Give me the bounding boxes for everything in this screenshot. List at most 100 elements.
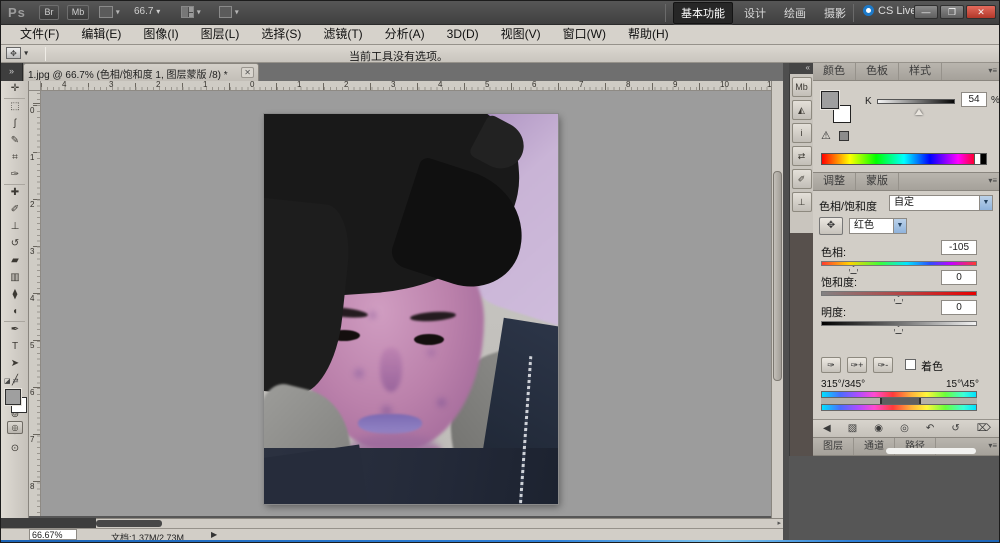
document-tab[interactable]: ✕ 1.jpg @ 66.7% (色相/饱和度 1, 图层蒙版 /8) *	[23, 63, 259, 81]
return-to-adjustment-list[interactable]: ◀	[823, 423, 831, 434]
eyedropper-subtract-button[interactable]: ✑-	[873, 357, 893, 373]
tab-layers[interactable]: 图层	[813, 438, 854, 455]
panel-menu-icon[interactable]: ▾≡	[988, 441, 997, 450]
toggle-visibility[interactable]: ◎	[900, 423, 909, 434]
hue-value-field[interactable]: -105	[941, 240, 977, 255]
rectangular-marquee-tool[interactable]: ⬚	[1, 99, 29, 116]
menu-item[interactable]: 编辑(E)	[70, 25, 132, 44]
hue-slider-thumb[interactable]	[849, 266, 858, 274]
gradient-tool[interactable]: ▥	[1, 270, 29, 287]
menu-item[interactable]: 窗口(W)	[552, 25, 617, 44]
spot-healing-brush-tool[interactable]: ✚	[1, 185, 29, 202]
brush-tool[interactable]: ✐	[1, 202, 29, 219]
panel-menu-icon[interactable]: ▾≡	[988, 66, 997, 75]
menu-item[interactable]: 分析(A)	[374, 25, 436, 44]
launch-bridge-button[interactable]: Br	[39, 5, 59, 20]
menu-item[interactable]: 滤镜(T)	[312, 25, 373, 44]
targeted-adjustment-tool-button[interactable]: ✥	[819, 217, 843, 235]
history-brush-tool[interactable]: ↺	[1, 236, 29, 253]
view-extras-button[interactable]: ▾	[99, 6, 120, 18]
quick-mask-button[interactable]: ◎	[7, 421, 23, 434]
tab-color[interactable]: 颜色	[813, 63, 856, 80]
screen-mode-button[interactable]: ▾	[219, 6, 239, 18]
preset-dropdown[interactable]: 自定▼	[889, 195, 993, 211]
tab-adjustments[interactable]: 调整	[813, 173, 856, 190]
workspace-overflow-button[interactable]: »	[837, 7, 842, 19]
zoom-level-button[interactable]: 66.7 ▾	[134, 6, 160, 17]
hue-slider[interactable]	[821, 261, 977, 266]
dock-collapse-button[interactable]: «	[789, 63, 813, 74]
panel-menu-icon[interactable]: ▾≡	[988, 176, 997, 185]
close-button[interactable]: ✕	[966, 5, 996, 19]
horizontal-scrollbar[interactable]: ▸	[96, 518, 783, 528]
k-value-field[interactable]: 54	[961, 92, 987, 107]
brush-presets-panel[interactable]: ✐	[792, 169, 812, 189]
lightness-slider-thumb[interactable]	[894, 326, 903, 334]
color-spectrum-ramp[interactable]	[821, 153, 987, 165]
eraser-tool[interactable]: ▰	[1, 253, 29, 270]
view-previous-state[interactable]: ↶	[926, 423, 934, 434]
k-channel-slider[interactable]	[877, 99, 955, 104]
minimize-button[interactable]: —	[914, 5, 938, 19]
workspace-button[interactable]: 绘画	[777, 3, 813, 23]
tool-preset-picker[interactable]: ✥ ▾	[6, 47, 40, 61]
eyedropper-add-button[interactable]: ✑+	[847, 357, 867, 373]
arrange-documents-button[interactable]: ▾	[181, 6, 201, 18]
info-panel[interactable]: i	[792, 123, 812, 143]
mini-bridge-panel[interactable]: Mb	[792, 77, 812, 97]
lasso-tool[interactable]: ʃ	[1, 116, 29, 133]
panel-foreground-swatch[interactable]	[821, 91, 839, 109]
tab-swatches[interactable]: 色板	[856, 63, 899, 80]
delete-adjustment[interactable]: ⌦	[977, 423, 991, 434]
path-selection-tool[interactable]: ➤	[1, 356, 29, 373]
close-document-icon[interactable]: ✕	[241, 67, 254, 78]
menu-item[interactable]: 视图(V)	[490, 25, 552, 44]
workspace-button[interactable]: 设计	[737, 3, 773, 23]
workspace-button[interactable]: 基本功能	[673, 2, 733, 24]
vertical-scrollbar[interactable]	[771, 81, 783, 518]
navigator-panel[interactable]: ◭	[792, 100, 812, 120]
crop-tool[interactable]: ⌗	[1, 150, 29, 167]
reset-adjustment[interactable]: ↺	[951, 423, 959, 434]
scroll-right-arrow-icon[interactable]: ▸	[777, 519, 781, 527]
adjustment-presets-panel[interactable]: ⇄	[792, 146, 812, 166]
tab-masks[interactable]: 蒙版	[856, 173, 899, 190]
quick-selection-tool[interactable]: ✎	[1, 133, 29, 150]
foreground-color-swatch[interactable]	[5, 389, 21, 405]
saturation-slider[interactable]	[821, 291, 977, 296]
menu-item[interactable]: 选择(S)	[250, 25, 312, 44]
clone-source-panel[interactable]: ⊥	[792, 192, 812, 212]
tab-styles[interactable]: 样式	[899, 63, 942, 80]
clip-to-layer[interactable]: ◉	[874, 423, 883, 434]
pen-tool[interactable]: ✒	[1, 322, 29, 339]
canvas-area[interactable]	[41, 91, 771, 516]
saturation-slider-thumb[interactable]	[894, 296, 903, 304]
default-swap-colors-button[interactable]: ◪⇄	[4, 377, 26, 385]
dodge-tool[interactable]: ◖	[1, 304, 29, 321]
gamut-warning-icon[interactable]: ⚠	[821, 129, 831, 142]
channel-dropdown[interactable]: 红色▼	[849, 218, 907, 234]
saturation-value-field[interactable]: 0	[941, 270, 977, 285]
eyedropper-sample-button[interactable]: ✑	[821, 357, 841, 373]
slider-thumb[interactable]	[915, 105, 923, 115]
tools-collapse-button[interactable]: »	[1, 63, 23, 81]
blur-tool[interactable]: ⧫	[1, 287, 29, 304]
lightness-slider[interactable]	[821, 321, 977, 326]
move-tool[interactable]: ✛	[1, 81, 29, 98]
status-options-arrow[interactable]: ▶	[211, 530, 217, 539]
web-color-cube-icon[interactable]	[839, 131, 849, 141]
lightness-value-field[interactable]: 0	[941, 300, 977, 315]
clone-stamp-tool[interactable]: ⊥	[1, 219, 29, 236]
workspace-button[interactable]: 摄影	[817, 3, 853, 23]
eyedropper-tool[interactable]: ✑	[1, 167, 29, 184]
horizontal-scrollbar-thumb[interactable]	[96, 520, 162, 527]
menu-item[interactable]: 图像(I)	[132, 25, 189, 44]
menu-item[interactable]: 文件(F)	[9, 25, 70, 44]
expanded-view[interactable]: ▧	[848, 423, 857, 434]
menu-item[interactable]: 帮助(H)	[617, 25, 680, 44]
vertical-scrollbar-thumb[interactable]	[773, 171, 782, 381]
black-swatch[interactable]	[980, 154, 986, 164]
menu-item[interactable]: 图层(L)	[190, 25, 251, 44]
zoom-tool[interactable]: ⊙	[1, 441, 29, 458]
colorize-checkbox[interactable]	[905, 359, 916, 370]
